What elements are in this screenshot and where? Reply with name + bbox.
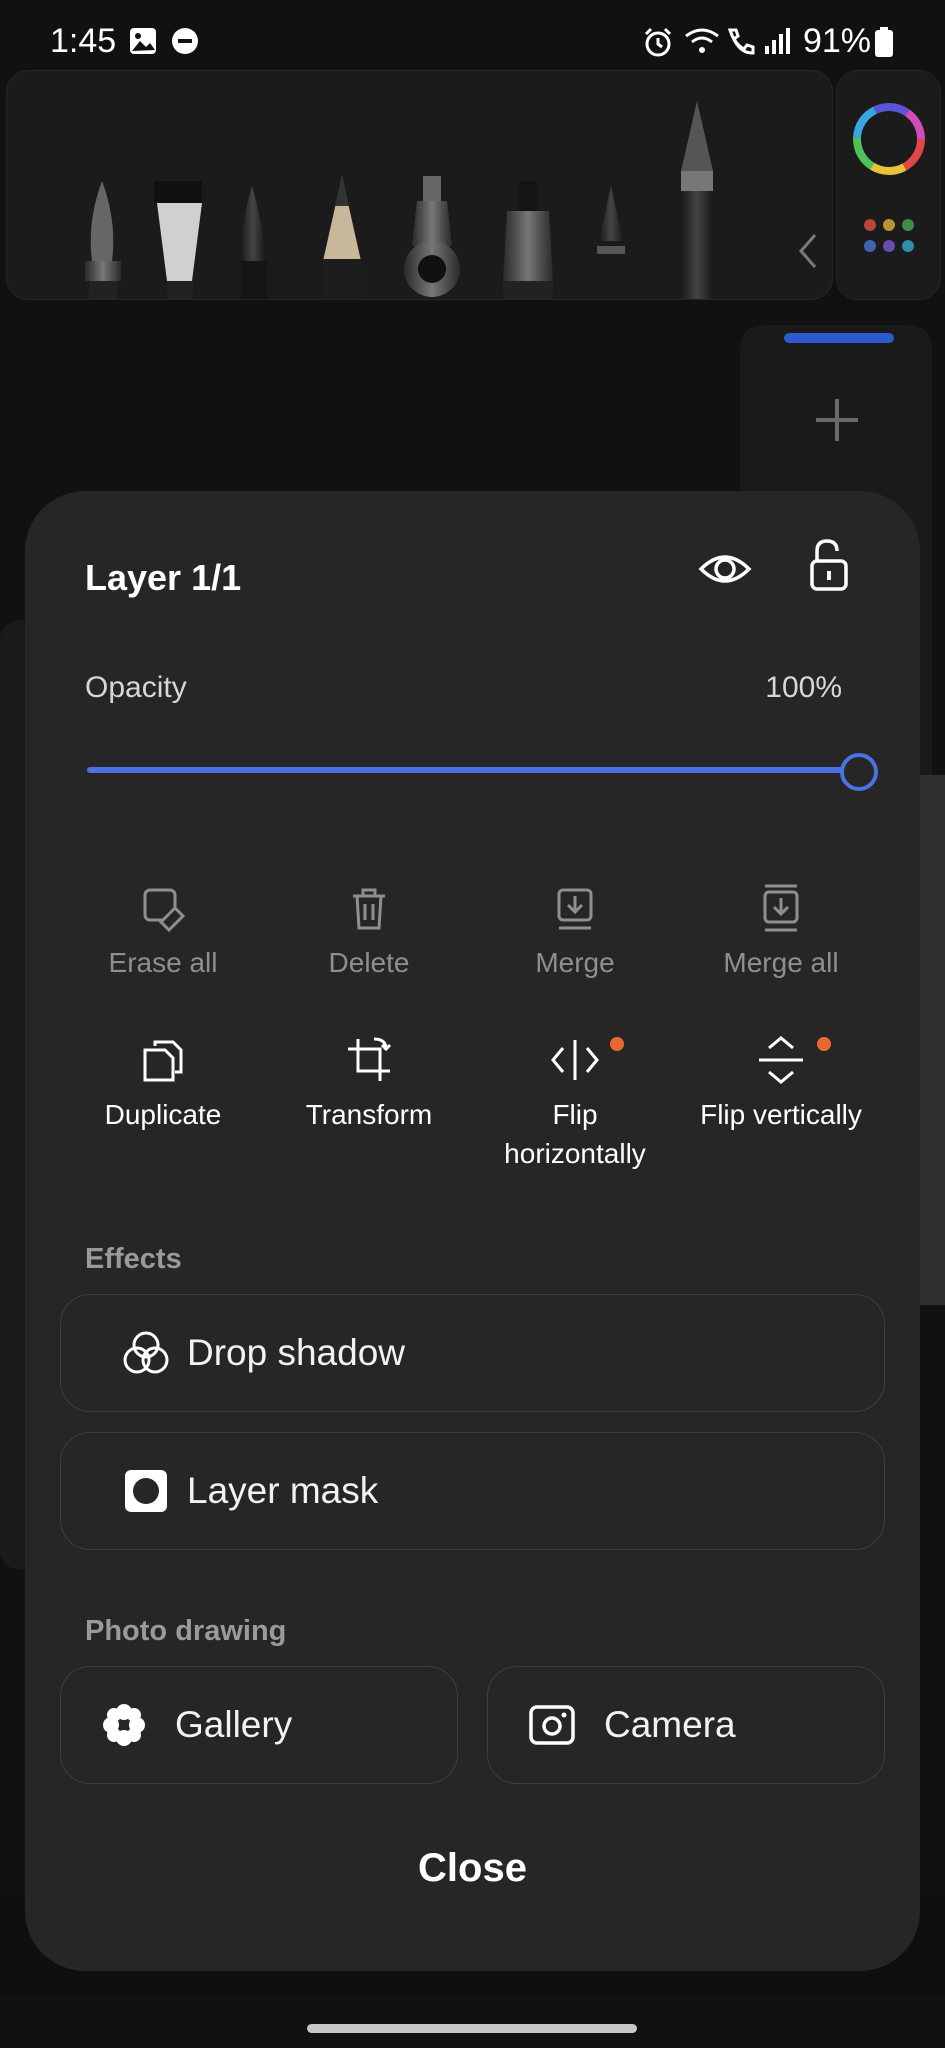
flip-vertically-label: Flip vertically: [700, 1099, 862, 1130]
color-wheel-icon[interactable]: [837, 71, 940, 299]
drop-shadow-icon: [123, 1331, 169, 1374]
transform-label: Transform: [305, 1099, 433, 1130]
gallery-button[interactable]: Gallery: [60, 1666, 458, 1784]
stylus-icon[interactable]: [681, 101, 713, 299]
merge-button[interactable]: Merge: [472, 873, 678, 982]
unlock-icon[interactable]: [809, 537, 849, 593]
opacity-slider[interactable]: [87, 767, 857, 773]
erase-icon: [143, 888, 186, 932]
layer-indicator: [784, 333, 894, 343]
flower-gallery-icon: [103, 1704, 145, 1746]
add-layer-icon[interactable]: [812, 395, 862, 445]
delete-button[interactable]: Delete: [266, 873, 472, 982]
merge-all-label: Merge all: [723, 947, 839, 978]
layer-options-sheet: Layer 1/1 Opacity 100% Erase all Delete …: [25, 491, 920, 1971]
wifi-call-icon: [727, 28, 755, 55]
merge-icon: [557, 888, 593, 930]
alarm-icon: [644, 27, 672, 57]
merge-all-icon: [763, 884, 799, 932]
flip-horizontally-label: Flip horizontally: [504, 1099, 646, 1169]
brush-icon[interactable]: [85, 181, 121, 299]
sheet-title: Layer 1/1: [85, 557, 242, 598]
photo-drawing-header: Photo drawing: [85, 1615, 287, 1647]
flip-vertically-button[interactable]: Flip vertically: [678, 1025, 884, 1134]
dnd-icon: [172, 28, 198, 54]
merge-label: Merge: [535, 947, 615, 978]
layer-mask-button[interactable]: Layer mask: [60, 1432, 885, 1550]
new-badge-flip-horizontal: [610, 1037, 624, 1051]
ink-pen-icon[interactable]: [240, 186, 267, 299]
camera-label: Camera: [604, 1704, 736, 1745]
opacity-slider-thumb[interactable]: [840, 753, 878, 791]
camera-button[interactable]: Camera: [487, 1666, 885, 1784]
flip-vertical-icon: [759, 1036, 803, 1084]
fine-pen-icon[interactable]: [597, 186, 625, 299]
gallery-label: Gallery: [175, 1704, 293, 1745]
camera-icon: [529, 1705, 575, 1745]
erase-all-button[interactable]: Erase all: [60, 873, 266, 982]
duplicate-icon: [143, 1040, 183, 1082]
pencil-icon[interactable]: [323, 176, 361, 299]
merge-all-button[interactable]: Merge all: [678, 873, 884, 982]
opacity-label: Opacity: [85, 671, 187, 704]
delete-label: Delete: [328, 947, 410, 978]
trash-icon: [353, 888, 385, 930]
opacity-value: 100%: [765, 671, 842, 704]
brush-toolbar: [6, 70, 833, 300]
close-button[interactable]: Close: [25, 1846, 920, 1891]
brush-tools: [85, 101, 713, 299]
layer-mask-icon: [125, 1470, 167, 1512]
marker-icon[interactable]: [503, 181, 553, 299]
effects-header: Effects: [85, 1243, 182, 1275]
transform-icon: [348, 1037, 392, 1081]
gallery-icon: [130, 28, 156, 54]
home-indicator[interactable]: [307, 2024, 637, 2033]
visibility-eye-icon[interactable]: [697, 541, 753, 597]
layer-mask-label: Layer mask: [187, 1470, 379, 1511]
duplicate-label: Duplicate: [104, 1099, 222, 1130]
wifi-icon: [685, 28, 719, 53]
flip-horizontally-button[interactable]: Flip horizontally: [472, 1025, 678, 1173]
drop-shadow-label: Drop shadow: [187, 1332, 406, 1373]
airbrush-icon[interactable]: [404, 176, 460, 297]
signal-icon: [765, 28, 790, 54]
flat-brush-icon[interactable]: [154, 181, 202, 299]
transform-button[interactable]: Transform: [266, 1025, 472, 1134]
erase-all-label: Erase all: [108, 947, 218, 978]
new-badge-flip-vertical: [817, 1037, 831, 1051]
duplicate-button[interactable]: Duplicate: [60, 1025, 266, 1134]
chevron-left-icon[interactable]: [795, 231, 821, 271]
drop-shadow-button[interactable]: Drop shadow: [60, 1294, 885, 1412]
color-palette[interactable]: [836, 70, 941, 300]
battery-level: 91%: [802, 22, 871, 60]
battery-icon: [875, 27, 893, 57]
flip-horizontal-icon: [551, 1040, 599, 1080]
status-time: 1:45: [50, 22, 117, 60]
